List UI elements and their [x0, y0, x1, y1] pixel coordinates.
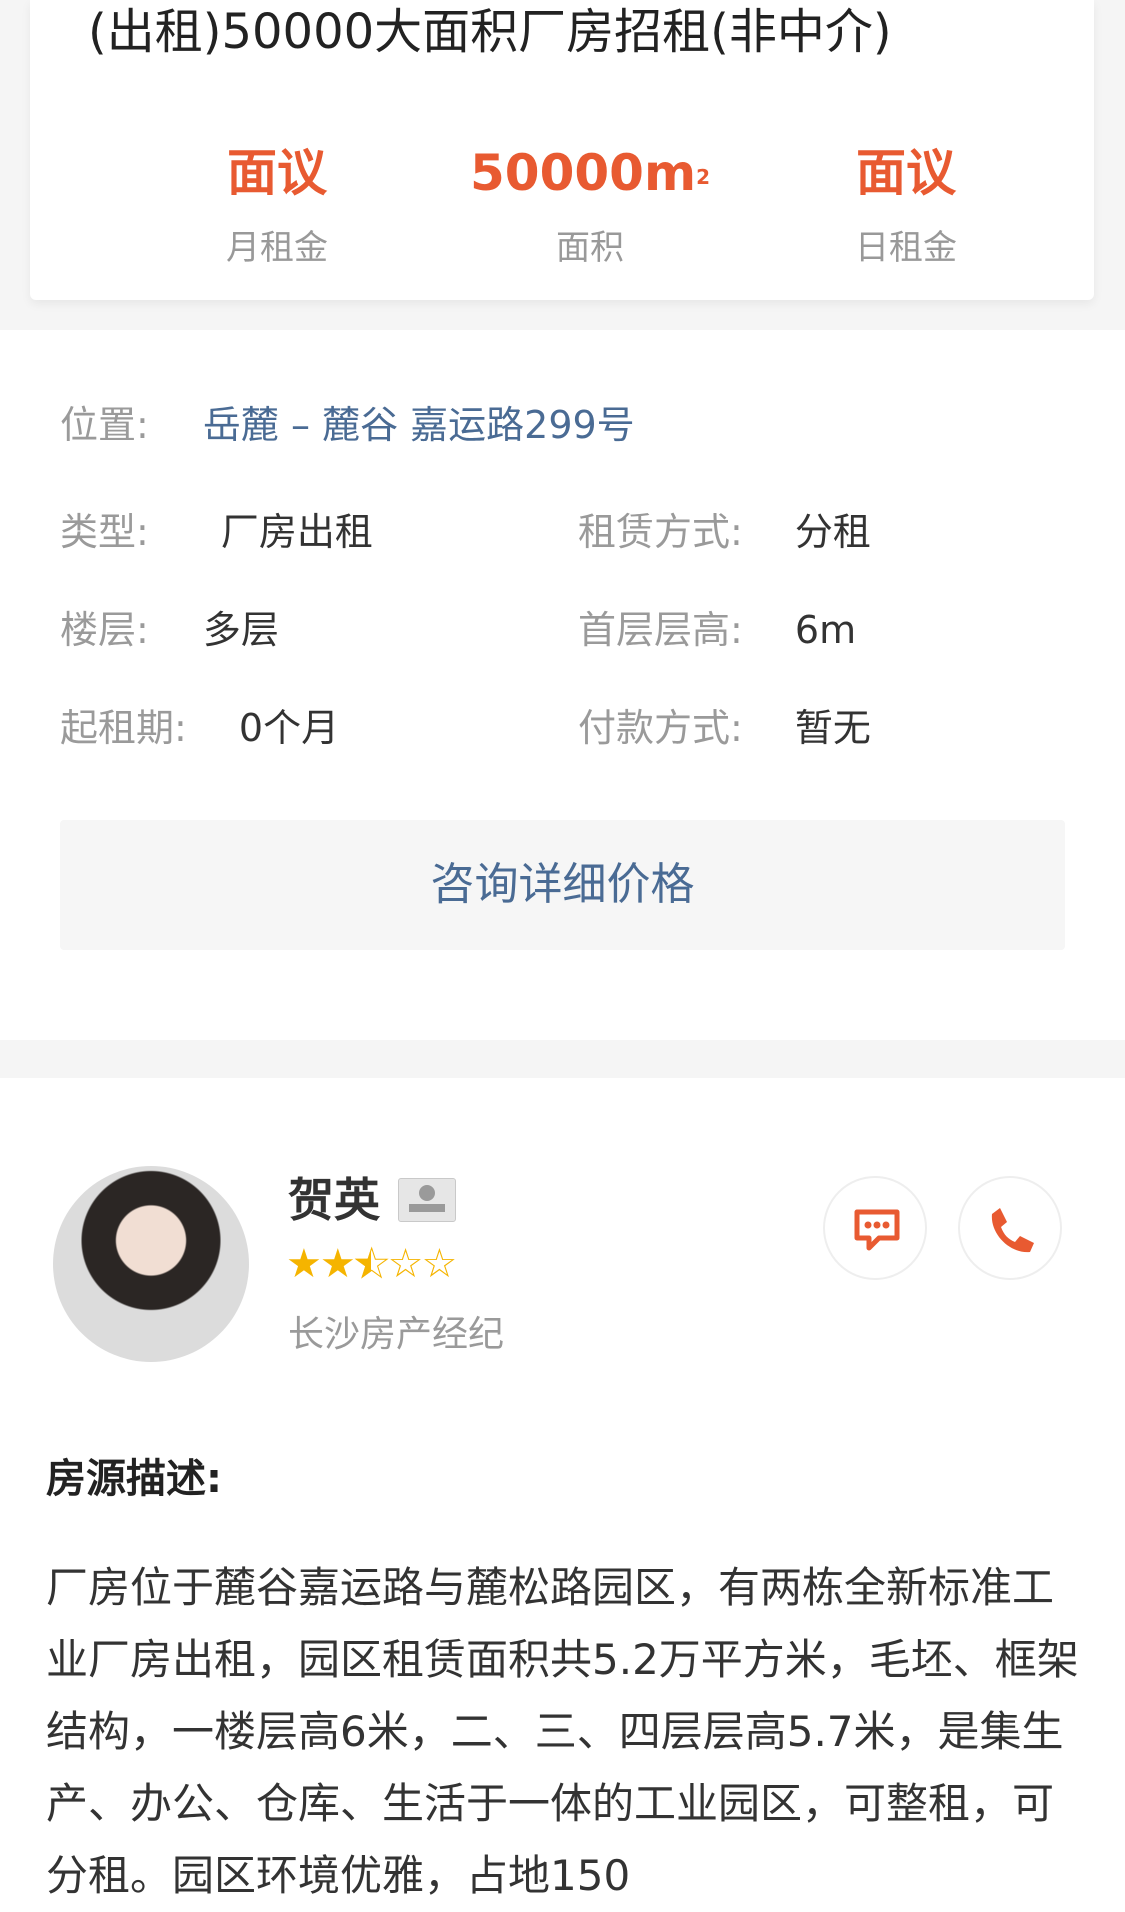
- stat-label: 月租金: [226, 228, 328, 268]
- stat-label: 面积: [556, 228, 624, 268]
- agent-name: 贺英: [288, 1173, 380, 1227]
- pay-key: 付款方式:: [578, 706, 743, 750]
- agent-avatar[interactable]: [53, 1166, 249, 1362]
- stat-monthly-rent: 面议 月租金: [127, 140, 427, 269]
- stat-label: 日租金: [855, 228, 957, 268]
- description-text: 厂房位于麓谷嘉运路与麓松路园区，有两栋全新标准工业厂房出租，园区租赁面积共5.2…: [46, 1563, 1079, 1900]
- star-full-icon: ★: [319, 1241, 356, 1287]
- star-empty-icon: ☆: [387, 1241, 424, 1287]
- floor-key: 楼层:: [60, 608, 149, 652]
- pay-row: 付款方式: 暂无: [578, 703, 871, 753]
- height-value: 6m: [794, 608, 857, 652]
- star-empty-icon: ☆: [421, 1241, 457, 1287]
- consult-price-button[interactable]: 咨询详细价格: [60, 820, 1065, 950]
- start-key: 起租期:: [60, 706, 187, 750]
- area-number: 50000m: [470, 144, 697, 202]
- stat-area: 50000m2 面积: [440, 140, 740, 269]
- location-value[interactable]: 岳麓 – 麓谷 嘉运路299号: [203, 403, 635, 447]
- id-card-icon: [398, 1178, 456, 1222]
- area-unit-superscript: 2: [696, 165, 710, 189]
- type-value: 厂房出租: [220, 510, 373, 554]
- stat-value: 面议: [227, 144, 327, 202]
- chat-icon: [854, 1209, 900, 1251]
- star-full-icon: ★: [286, 1241, 322, 1287]
- phone-button[interactable]: [958, 1176, 1062, 1280]
- agent-rating: ★★★☆☆: [286, 1241, 457, 1287]
- star-half-icon: ★: [353, 1241, 390, 1287]
- stat-daily-rent: 面议 日租金: [756, 140, 1056, 269]
- stat-value: 面议: [856, 144, 956, 202]
- height-row: 首层层高: 6m: [578, 605, 856, 655]
- type-key: 类型:: [60, 510, 149, 554]
- location-key: 位置:: [60, 403, 149, 447]
- listing-title: (出租)50000大面积厂房招租(非中介): [88, 4, 892, 60]
- floor-row: 楼层: 多层: [60, 605, 279, 655]
- height-key: 首层层高:: [578, 608, 743, 652]
- pay-value: 暂无: [794, 706, 871, 750]
- chat-button[interactable]: [823, 1176, 927, 1280]
- floor-value: 多层: [202, 608, 279, 652]
- lease-key: 租赁方式:: [578, 510, 743, 554]
- lease-value: 分租: [794, 510, 871, 554]
- agent-title: 长沙房产经纪: [288, 1314, 505, 1355]
- phone-icon: [991, 1208, 1034, 1253]
- location-row: 位置: 岳麓 – 麓谷 嘉运路299号: [60, 400, 635, 450]
- description-heading: 房源描述:: [46, 1456, 222, 1502]
- section-divider: [0, 1040, 1125, 1078]
- type-row: 类型: 厂房出租: [60, 507, 373, 557]
- start-value: 0个月: [238, 706, 340, 750]
- lease-row: 租赁方式: 分租: [578, 507, 871, 557]
- start-row: 起租期: 0个月: [60, 703, 339, 753]
- stat-value: 50000m2: [440, 140, 740, 206]
- summary-card: (出租)50000大面积厂房招租(非中介) 面议 月租金 50000m2 面积 …: [30, 0, 1094, 300]
